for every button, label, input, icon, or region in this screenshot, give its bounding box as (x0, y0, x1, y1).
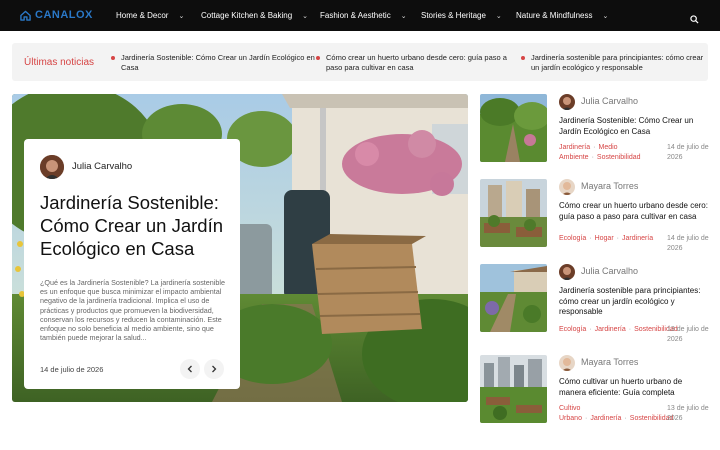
post-tags: Ecología · Hogar · Jardinería (559, 234, 655, 244)
tag-separator: · (628, 326, 632, 333)
tag-link[interactable]: Cultivo Urbano (559, 405, 582, 422)
ticker-item-text: Jardinería sostenible para principiantes… (531, 53, 704, 72)
post-date: 14 de julio de 2026 (667, 235, 709, 252)
house-icon (20, 10, 31, 21)
chevron-down-icon: ⌄ (495, 12, 502, 20)
featured-hero[interactable]: Julia Carvalho Jardinería Sostenible: Có… (12, 94, 468, 402)
ticker-item-text: Jardinería Sostenible: Cómo Crear un Jar… (121, 53, 315, 72)
chevron-left-icon (187, 365, 192, 373)
post-tags: Jardinería · Medio Ambiente · Sostenibilidad (559, 143, 655, 162)
bullet-dot-icon (111, 56, 115, 60)
post-date: 13 de julio de 2026 (667, 326, 709, 343)
ticker-item[interactable]: Cómo crear un huerto urbano desde cero: … (316, 53, 522, 73)
chevron-right-icon (212, 365, 217, 373)
tag-separator: · (616, 235, 620, 242)
tag-link[interactable]: Hogar (595, 235, 614, 242)
search-icon (690, 15, 699, 24)
ticker-label: Últimas noticias (24, 57, 95, 68)
post-title[interactable]: Cómo cultivar un huerto urbano de manera… (559, 377, 709, 398)
post-thumbnail[interactable] (480, 94, 547, 162)
ticker-item[interactable]: Jardinería Sostenible: Cómo Crear un Jar… (111, 53, 317, 73)
avatar (559, 179, 575, 195)
featured-author[interactable]: Julia Carvalho (72, 161, 132, 172)
avatar (40, 155, 64, 179)
featured-excerpt: ¿Qué es la Jardinería Sostenible? La jar… (40, 278, 225, 343)
bullet-dot-icon (316, 56, 320, 60)
tag-separator: · (589, 235, 592, 242)
post-thumbnail[interactable] (480, 355, 547, 423)
post-title[interactable]: Jardinería Sostenible: Cómo Crear un Jar… (559, 116, 709, 137)
search-button[interactable] (690, 11, 699, 29)
post-tags: Cultivo Urbano · Jardinería · Sostenibilidad (559, 404, 673, 423)
nav-item-label: Home & Decor (116, 11, 169, 20)
tag-link[interactable]: Jardinería (622, 235, 653, 242)
latest-news-ticker: Últimas noticias Jardinería Sostenible: … (12, 43, 708, 81)
post-date: 14 de julio de 2026 (667, 144, 709, 161)
chevron-down-icon: ⌄ (302, 12, 309, 20)
tag-link[interactable]: Ecología (559, 326, 586, 333)
chevron-down-icon: ⌄ (400, 12, 407, 20)
prev-slide-button[interactable] (180, 359, 200, 379)
avatar (559, 94, 575, 110)
tag-link[interactable]: Sostenibilidad (597, 154, 641, 161)
nav-item-stories[interactable]: Stories & Heritage ⌄ (421, 0, 502, 31)
tag-separator: · (591, 153, 594, 161)
top-navbar: CANALOX Home & Decor ⌄ Cottage Kitchen &… (0, 0, 720, 31)
featured-article-card[interactable]: Julia Carvalho Jardinería Sostenible: Có… (24, 139, 240, 389)
nav-item-label: Nature & Mindfulness (516, 11, 593, 20)
post-title[interactable]: Jardinería sostenible para principiantes… (559, 286, 709, 318)
tag-link[interactable]: Jardinería (559, 144, 590, 151)
post-thumbnail[interactable] (480, 179, 547, 247)
bullet-dot-icon (521, 56, 525, 60)
tag-link[interactable]: Jardinería (590, 415, 621, 422)
post-title[interactable]: Cómo crear un huerto urbano desde cero: … (559, 201, 709, 222)
nav-item-label: Cottage Kitchen & Baking (201, 11, 293, 20)
nav-item-fashion[interactable]: Fashion & Aesthetic ⌄ (320, 0, 407, 31)
site-logo-text: CANALOX (35, 9, 93, 21)
nav-item-label: Fashion & Aesthetic (320, 11, 391, 20)
post-tags: Ecología · Jardinería · Sostenibilidad (559, 325, 678, 335)
chevron-down-icon: ⌄ (178, 12, 185, 20)
list-item[interactable]: Julia Carvalho Jardinería sostenible par… (480, 264, 710, 343)
post-author[interactable]: Mayara Torres (581, 357, 638, 367)
post-thumbnail[interactable] (480, 264, 547, 332)
ticker-item[interactable]: Jardinería sostenible para principiantes… (521, 53, 707, 73)
chevron-down-icon: ⌄ (602, 12, 609, 20)
next-slide-button[interactable] (204, 359, 224, 379)
post-author[interactable]: Mayara Torres (581, 181, 638, 191)
avatar (559, 355, 575, 371)
nav-item-nature[interactable]: Nature & Mindfulness ⌄ (516, 0, 608, 31)
post-date: 13 de julio de 2026 (667, 405, 709, 422)
tag-link[interactable]: Ecología (559, 235, 586, 242)
nav-item-label: Stories & Heritage (421, 11, 486, 20)
nav-item-home-decor[interactable]: Home & Decor ⌄ (116, 0, 184, 31)
list-item[interactable]: Mayara Torres Cómo cultivar un huerto ur… (480, 355, 710, 425)
tag-separator: · (589, 326, 592, 333)
ticker-item-text: Cómo crear un huerto urbano desde cero: … (326, 53, 507, 72)
featured-date: 14 de julio de 2026 (40, 365, 104, 374)
site-logo[interactable]: CANALOX (20, 9, 93, 21)
avatar (559, 264, 575, 280)
post-author[interactable]: Julia Carvalho (581, 266, 638, 276)
list-item[interactable]: Julia Carvalho Jardinería Sostenible: Có… (480, 94, 710, 164)
list-item[interactable]: Mayara Torres Cómo crear un huerto urban… (480, 179, 710, 252)
post-author[interactable]: Julia Carvalho (581, 96, 638, 106)
nav-item-cottage-kitchen[interactable]: Cottage Kitchen & Baking ⌄ (201, 0, 308, 31)
featured-title[interactable]: Jardinería Sostenible: Cómo Crear un Jar… (40, 191, 230, 260)
tag-link[interactable]: Jardinería (595, 326, 626, 333)
tag-separator: · (624, 414, 627, 422)
